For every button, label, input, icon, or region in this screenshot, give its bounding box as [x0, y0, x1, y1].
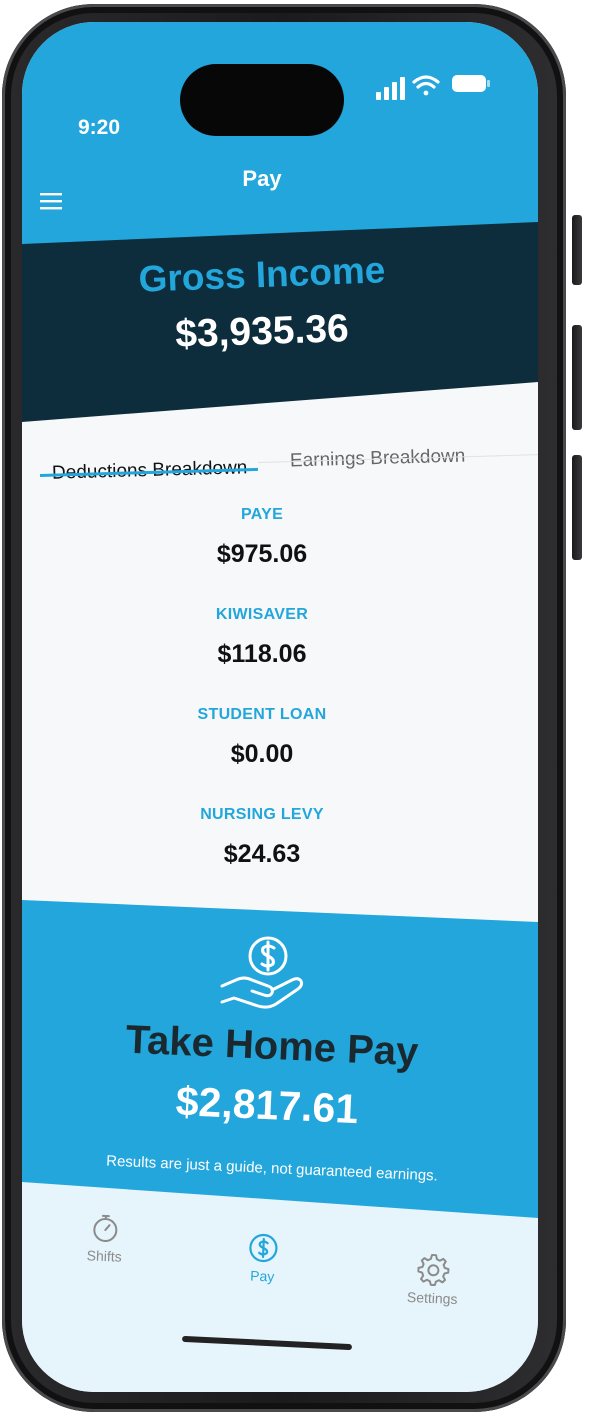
- deduction-label: NURSING LEVY: [200, 806, 324, 823]
- status-icons: [376, 75, 490, 100]
- deduction-label: KIWISAVER: [215, 606, 309, 623]
- nav-pay[interactable]: Pay: [217, 1230, 309, 1286]
- deduction-item: KIWISAVER $118.06: [142, 606, 382, 669]
- mute-switch: [572, 215, 582, 285]
- hamburger-menu-icon[interactable]: [38, 190, 64, 212]
- battery-icon: [452, 75, 490, 92]
- deduction-label: STUDENT LOAN: [197, 706, 327, 723]
- breakdown-tabs: Deductions Breakdown Earnings Breakdown: [22, 410, 538, 500]
- phone-screen: 9:20 Pay Gross Income $3,935.36 PAYE $97…: [22, 22, 538, 1392]
- page-title: Pay: [242, 166, 282, 191]
- status-time: 9:20: [78, 116, 121, 139]
- dollar-coin-icon: [249, 1233, 278, 1263]
- deduction-value: $0.00: [230, 740, 294, 768]
- deduction-value: $118.06: [217, 640, 307, 668]
- deduction-value: $24.63: [223, 840, 301, 868]
- deduction-item: PAYE $975.06: [142, 506, 382, 569]
- device-mockup: 9:20 Pay Gross Income $3,935.36 PAYE $97…: [0, 0, 612, 1421]
- stopwatch-icon: [93, 1214, 118, 1243]
- deduction-item: STUDENT LOAN $0.00: [142, 706, 382, 769]
- volume-up-button: [572, 325, 582, 430]
- volume-down-button: [572, 455, 582, 560]
- deduction-value: $975.06: [216, 540, 308, 568]
- deduction-label: PAYE: [240, 506, 284, 523]
- deduction-item: NURSING LEVY $24.63: [142, 806, 382, 869]
- cellular-signal-icon: [376, 77, 405, 100]
- hand-coin-icon: [220, 936, 304, 1009]
- gear-icon: [417, 1253, 450, 1287]
- nav-settings[interactable]: Settings: [387, 1252, 479, 1308]
- nav-shifts[interactable]: Shifts: [59, 1210, 151, 1266]
- wifi-icon: [412, 75, 440, 96]
- dynamic-island: [180, 64, 344, 136]
